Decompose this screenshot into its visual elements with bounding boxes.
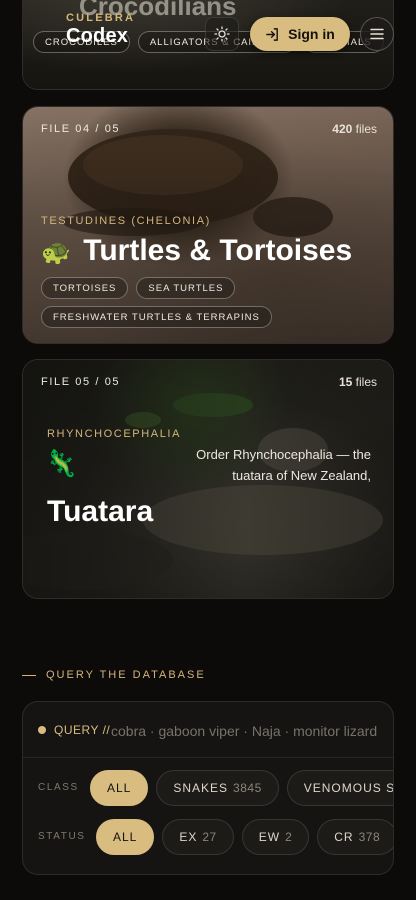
query-panel: QUERY // CLASS ALL SNAKES 3845 VENOMOUS …	[22, 701, 394, 875]
logo-wordmark-main: Codex	[66, 25, 129, 47]
class-pill-all[interactable]: ALL	[90, 770, 149, 806]
sun-icon	[214, 26, 230, 42]
pill-label: EX	[179, 830, 198, 844]
sign-in-arrow-icon	[266, 27, 279, 41]
section-eyebrow-text: QUERY THE DATABASE	[46, 669, 206, 681]
pill-count: 27	[202, 830, 217, 844]
pill-label: CR	[334, 830, 354, 844]
file-index-label: FILE 04 / 05	[41, 123, 121, 135]
card-title: Tuatara	[47, 495, 154, 528]
search-status-dot	[38, 726, 46, 734]
file-count-unit: files	[355, 122, 377, 136]
category-card-turtles[interactable]: FILE 04 / 05 420 files TESTUDINES (CHELO…	[22, 106, 394, 344]
search-input[interactable]	[111, 718, 391, 744]
status-filter-row: STATUS ALL EX 27 EW 2 CR 378	[23, 817, 393, 857]
section-eyebrow: QUERY THE DATABASE	[22, 669, 206, 681]
site-header: CULEBRA Codex Sign in	[0, 0, 416, 70]
file-index-label: FILE 05 / 05	[41, 376, 121, 388]
filter-label: CLASS	[38, 782, 79, 793]
pill-count: 378	[358, 830, 381, 844]
file-count-unit: files	[355, 375, 377, 389]
file-count: 15 files	[339, 375, 377, 389]
card-title: 🐢 Turtles & Tortoises	[41, 233, 352, 271]
status-pill-all[interactable]: ALL	[96, 819, 155, 855]
class-filter-row: CLASS ALL SNAKES 3845 VENOMOUS S	[23, 768, 393, 808]
sign-in-button[interactable]: Sign in	[250, 17, 350, 51]
chip-tortoises[interactable]: TORTOISES	[41, 277, 129, 299]
logo-wordmark-top: CULEBRA	[66, 12, 136, 24]
card-title-text: Turtles & Tortoises	[83, 234, 353, 267]
status-pill-cr[interactable]: CR 378	[317, 819, 393, 855]
filter-label: STATUS	[38, 831, 86, 842]
chip-sea-turtles[interactable]: SEA TURTLES	[136, 277, 236, 299]
class-pill-venomous[interactable]: VENOMOUS S	[286, 770, 394, 806]
pill-label: VENOMOUS S	[303, 781, 394, 795]
card-chip-row: FRESHWATER TURTLES & TERRAPINS	[41, 306, 272, 328]
class-pill-snakes[interactable]: SNAKES 3845	[156, 770, 279, 806]
file-count: 420 files	[332, 122, 377, 136]
theme-toggle-button[interactable]	[205, 17, 239, 51]
file-count-number: 15	[338, 375, 353, 389]
pill-count: 2	[285, 830, 293, 844]
hamburger-menu-icon	[370, 28, 384, 40]
lizard-emoji-icon: 🦎	[45, 448, 78, 478]
pill-count: 3845	[233, 781, 262, 795]
search-row: QUERY //	[23, 702, 393, 758]
chip-freshwater-turtles[interactable]: FRESHWATER TURTLES & TERRAPINS	[41, 306, 272, 328]
pill-label: ALL	[107, 781, 132, 795]
status-pill-ex[interactable]: EX 27	[162, 819, 234, 855]
category-card-tuatara[interactable]: FILE 05 / 05 15 files RHYNCHOCEPHALIA 🦎 …	[22, 359, 394, 599]
turtle-emoji-icon: 🐢	[41, 239, 71, 266]
status-pill-track: ALL EX 27 EW 2 CR 378	[96, 819, 393, 855]
class-pill-track: ALL SNAKES 3845 VENOMOUS S	[90, 770, 394, 806]
order-label: RHYNCHOCEPHALIA	[47, 428, 182, 440]
pill-label: SNAKES	[173, 781, 229, 795]
eyebrow-dash	[22, 674, 36, 676]
logo[interactable]: CULEBRA Codex	[66, 12, 135, 48]
pill-label: ALL	[113, 830, 138, 844]
file-count-number: 420	[332, 122, 353, 136]
pill-label: EW	[258, 830, 281, 844]
search-prefix: QUERY //	[54, 723, 111, 737]
menu-button[interactable]	[360, 17, 394, 51]
status-pill-ew[interactable]: EW 2	[241, 819, 310, 855]
card-description: Order Rhynchocephalia — the tuatara of N…	[196, 447, 371, 483]
sign-in-label: Sign in	[288, 26, 335, 42]
order-label: TESTUDINES (CHELONIA)	[41, 215, 211, 227]
card-chip-row: TORTOISES SEA TURTLES	[41, 277, 236, 299]
